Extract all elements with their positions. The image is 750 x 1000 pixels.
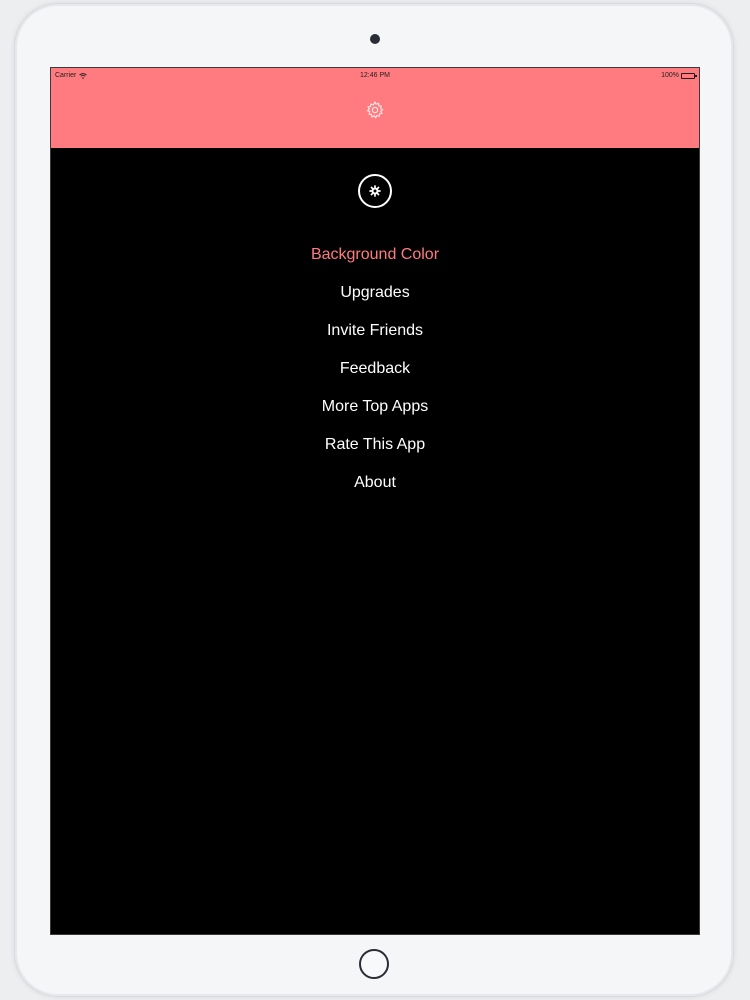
menu-item-upgrades[interactable]: Upgrades — [51, 274, 699, 312]
menu-item-invite-friends[interactable]: Invite Friends — [51, 312, 699, 350]
status-bar: Carrier 12:46 PM 100% — [51, 68, 699, 84]
battery-icon — [681, 72, 697, 79]
menu-item-feedback[interactable]: Feedback — [51, 350, 699, 388]
battery-percent: 100% — [661, 72, 679, 79]
menu-item-about[interactable]: About — [51, 464, 699, 502]
menu-item-rate-this-app[interactable]: Rate This App — [51, 426, 699, 464]
header-bar: Carrier 12:46 PM 100% — [51, 68, 699, 148]
home-button[interactable] — [359, 949, 389, 979]
ipad-frame: Carrier 12:46 PM 100% Background Color U… — [14, 3, 734, 997]
settings-button[interactable] — [358, 174, 392, 208]
settings-menu: Background Color Upgrades Invite Friends… — [51, 236, 699, 502]
status-time: 12:46 PM — [360, 72, 390, 79]
status-right: 100% — [661, 72, 697, 79]
app-screen: Carrier 12:46 PM 100% Background Color U… — [50, 67, 700, 935]
gear-icon — [369, 185, 381, 197]
menu-item-background-color[interactable]: Background Color — [51, 236, 699, 274]
menu-item-more-top-apps[interactable]: More Top Apps — [51, 388, 699, 426]
gear-icon[interactable] — [365, 100, 385, 120]
camera — [370, 34, 380, 44]
